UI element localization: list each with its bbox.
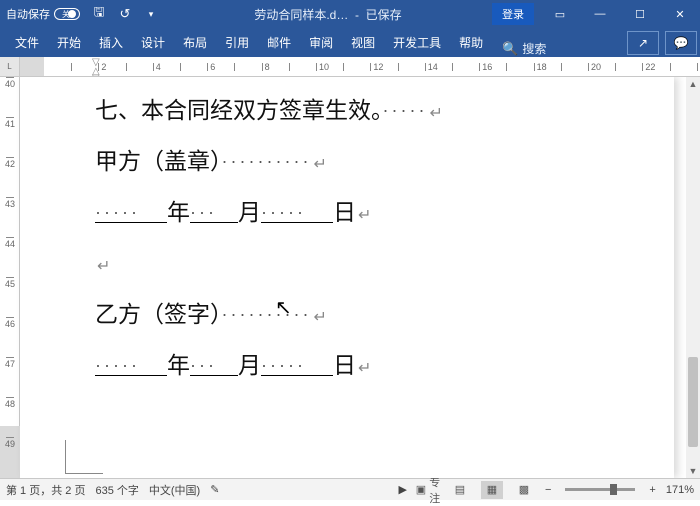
scrollbar-vertical[interactable]: ▲ ▼: [686, 77, 700, 478]
status-page[interactable]: 第 1 页，共 2 页: [6, 482, 85, 498]
ruler-v-tick: 41: [0, 117, 20, 129]
zoom-in-button[interactable]: +: [649, 484, 655, 496]
tab-view[interactable]: 视图: [342, 28, 384, 57]
tab-selector-icon[interactable]: L: [0, 57, 20, 76]
tab-home[interactable]: 开始: [48, 28, 90, 57]
ribbon-options-icon[interactable]: ▭: [540, 0, 580, 28]
ruler-v-tick: 43: [0, 197, 20, 209]
ruler-h-tick: 2: [98, 57, 106, 76]
status-language[interactable]: 中文(中国): [149, 482, 200, 498]
status-macro-icon[interactable]: ▶: [399, 483, 407, 496]
titlebar: 自动保存 关 🖫 ↺ ▾ 劳动合同样本.d… - 已保存 登录 ▭ — ☐ ✕: [0, 0, 700, 28]
autosave-toggle[interactable]: 自动保存 关: [0, 6, 86, 22]
ruler-v-tick: 47: [0, 357, 20, 369]
ribbon-tabs: 文件 开始 插入 设计 布局 引用 邮件 审阅 视图 开发工具 帮助 🔍 搜索 …: [0, 28, 700, 57]
doc-line-6: ·····年···月·····日↵: [95, 354, 443, 377]
ruler-h-tick: 12: [370, 57, 383, 76]
work-area: 40 41 42 43 44 45 46 47 48 49 七、本合同经双方签章生效。·····↵…: [0, 77, 700, 478]
save-icon[interactable]: 🖫: [86, 0, 112, 28]
page-bottom-margin-corner: [65, 440, 103, 474]
doc-line-2: 甲方（盖章）··········↵: [95, 150, 443, 173]
tab-file[interactable]: 文件: [6, 28, 48, 57]
tab-review[interactable]: 审阅: [300, 28, 342, 57]
undo-icon[interactable]: ↺: [112, 0, 138, 28]
scroll-thumb[interactable]: [688, 357, 698, 447]
status-accessibility-icon[interactable]: ✎: [210, 483, 219, 496]
ruler-horizontal[interactable]: ▽ △ ▭ 24681012141618202224: [20, 57, 700, 76]
tab-design[interactable]: 设计: [132, 28, 174, 57]
ruler-h-tick: 22: [642, 57, 655, 76]
scroll-down-icon[interactable]: ▼: [686, 464, 700, 478]
view-read-icon[interactable]: ▤: [449, 481, 471, 499]
zoom-out-button[interactable]: −: [545, 484, 551, 496]
tab-insert[interactable]: 插入: [90, 28, 132, 57]
status-word-count[interactable]: 635 个字: [95, 482, 138, 498]
autosave-label: 自动保存: [6, 6, 50, 22]
comments-icon[interactable]: 💬: [665, 31, 697, 55]
doc-line-1: 七、本合同经双方签章生效。·····↵: [95, 99, 443, 122]
toggle-icon: 关: [54, 8, 80, 20]
doc-line-4: ↵: [95, 252, 443, 275]
ruler-h-tick: 14: [425, 57, 438, 76]
zoom-slider[interactable]: [565, 488, 635, 491]
zoom-level[interactable]: 171%: [666, 484, 694, 496]
tab-mail[interactable]: 邮件: [258, 28, 300, 57]
ruler-v-tick: 40: [0, 77, 20, 89]
doc-line-3: ·····年···月·····日↵: [95, 201, 443, 224]
ruler-h-tick: 6: [207, 57, 215, 76]
ruler-h-tick: 4: [153, 57, 161, 76]
maximize-icon[interactable]: ☐: [620, 0, 660, 28]
ruler-horizontal-row: L ▽ △ ▭ 24681012141618202224: [0, 57, 700, 77]
search-button[interactable]: 🔍 搜索: [492, 40, 556, 57]
tab-developer[interactable]: 开发工具: [384, 28, 450, 57]
tab-layout[interactable]: 布局: [174, 28, 216, 57]
minimize-icon[interactable]: —: [580, 0, 620, 28]
tab-references[interactable]: 引用: [216, 28, 258, 57]
doc-line-5: 乙方（签字）··········↵: [95, 303, 443, 326]
document-text: 七、本合同经双方签章生效。·····↵ 甲方（盖章）··········↵ ··…: [95, 99, 443, 405]
close-icon[interactable]: ✕: [660, 0, 700, 28]
ruler-h-tick: 20: [588, 57, 601, 76]
ruler-v-tick: 46: [0, 317, 20, 329]
ruler-v-tick: 48: [0, 397, 20, 409]
login-button[interactable]: 登录: [492, 3, 534, 25]
search-icon: 🔍: [502, 41, 518, 57]
ruler-v-tick: 42: [0, 157, 20, 169]
ruler-h-tick: 8: [262, 57, 270, 76]
ruler-h-tick: 18: [534, 57, 547, 76]
document-page[interactable]: 七、本合同经双方签章生效。·····↵ 甲方（盖章）··········↵ ··…: [20, 77, 674, 478]
statusbar: 第 1 页，共 2 页 635 个字 中文(中国) ✎ ▶ ▣ 专注 ▤ ▦ ▩…: [0, 478, 700, 500]
ruler-v-tick: 49: [0, 437, 20, 449]
ruler-v-tick: 45: [0, 277, 20, 289]
search-label: 搜索: [522, 40, 546, 57]
share-icon[interactable]: ↗: [627, 31, 659, 55]
ruler-v-tick: 44: [0, 237, 20, 249]
tab-help[interactable]: 帮助: [450, 28, 492, 57]
qat-dropdown-icon[interactable]: ▾: [138, 0, 164, 28]
window-title: 劳动合同样本.d… - 已保存: [164, 6, 492, 23]
ruler-vertical[interactable]: 40 41 42 43 44 45 46 47 48 49: [0, 77, 20, 478]
focus-mode-button[interactable]: ▣ 专注: [417, 481, 439, 499]
ruler-h-tick: 16: [479, 57, 492, 76]
view-print-icon[interactable]: ▦: [481, 481, 503, 499]
scroll-up-icon[interactable]: ▲: [686, 77, 700, 91]
view-web-icon[interactable]: ▩: [513, 481, 535, 499]
ruler-h-tick: 10: [316, 57, 329, 76]
